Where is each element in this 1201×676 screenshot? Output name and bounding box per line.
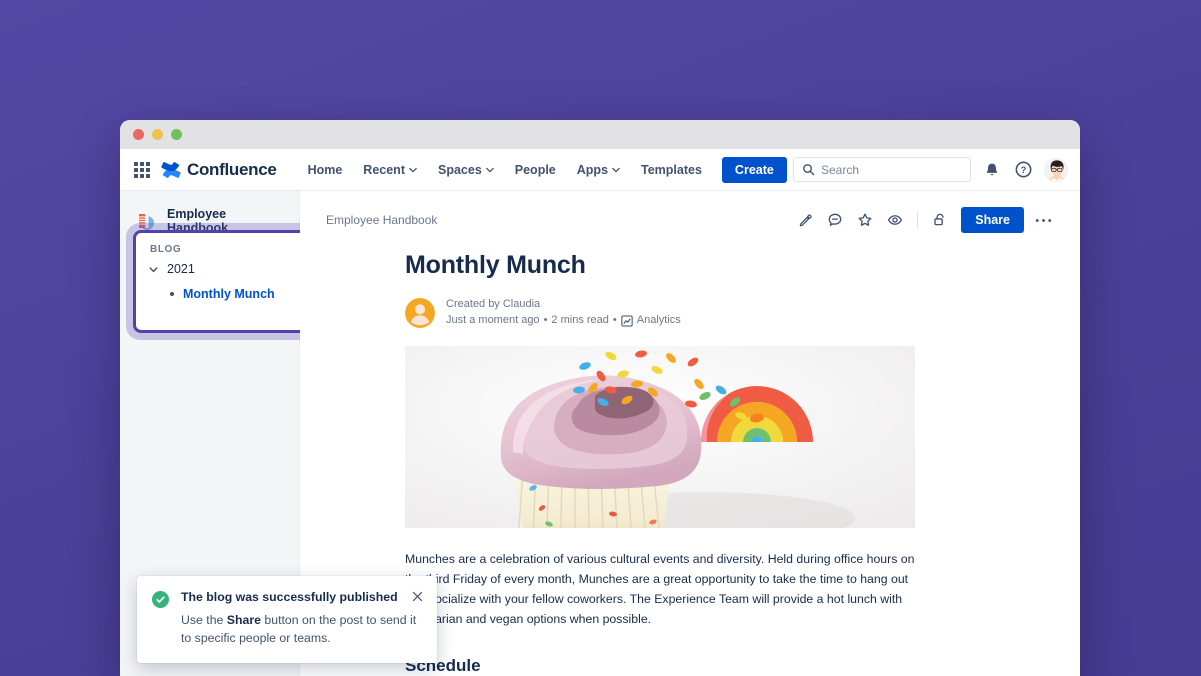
- chevron-down-icon: [485, 167, 494, 173]
- user-avatar[interactable]: [1044, 157, 1068, 182]
- toast-notification: The blog was successfully published Use …: [137, 576, 437, 664]
- comment-icon[interactable]: [822, 207, 848, 233]
- watch-eye-icon[interactable]: [882, 207, 908, 233]
- analytics-link[interactable]: Analytics: [621, 313, 681, 329]
- notifications-bell-icon[interactable]: [982, 160, 1002, 180]
- hero-image: [405, 345, 915, 528]
- confluence-logo-icon: [161, 161, 181, 178]
- chevron-down-icon: [409, 167, 417, 173]
- star-icon[interactable]: [852, 207, 878, 233]
- nav-item-recent[interactable]: Recent: [354, 157, 426, 183]
- action-divider: [917, 211, 919, 229]
- bullet-icon: [170, 292, 174, 296]
- window-minimize-button[interactable]: [152, 129, 163, 140]
- analytics-chart-icon: [621, 315, 633, 327]
- blog-tree-highlight: BLOG 2021 Monthly Munch: [133, 230, 308, 333]
- share-button[interactable]: Share: [961, 207, 1024, 233]
- byline-meta: Just a moment ago • 2 mins read • Analyt…: [446, 313, 681, 329]
- content-header: Employee Handbook Share: [300, 191, 1080, 235]
- nav-item-people[interactable]: People: [506, 157, 565, 183]
- create-button[interactable]: Create: [721, 156, 787, 183]
- page-actions: Share: [792, 207, 1056, 233]
- global-navigation-bar: Confluence Home Recent Spaces People App…: [120, 149, 1080, 191]
- nav-item-home[interactable]: Home: [299, 157, 352, 183]
- tree-item-monthly-munch[interactable]: Monthly Munch: [136, 281, 305, 301]
- success-check-icon: [152, 591, 169, 608]
- page-title: Monthly Munch: [405, 251, 586, 279]
- window-maximize-button[interactable]: [171, 129, 182, 140]
- nav-item-templates[interactable]: Templates: [632, 157, 711, 183]
- edit-pencil-icon[interactable]: [792, 207, 818, 233]
- more-options-icon[interactable]: [1030, 207, 1056, 233]
- tree-item-label: Monthly Munch: [183, 287, 275, 301]
- nav-item-label: Templates: [641, 162, 702, 177]
- svg-text:?: ?: [1020, 165, 1026, 175]
- toast-body: Use the Share button on the post to send…: [181, 611, 422, 647]
- window-titlebar: [120, 120, 1080, 149]
- nav-item-label: Home: [307, 162, 343, 177]
- nav-right-group: Search ?: [793, 157, 1068, 182]
- search-icon: [803, 164, 815, 176]
- toast-content: The blog was successfully published Use …: [181, 590, 422, 647]
- byline-separator: •: [543, 313, 548, 326]
- close-x-icon[interactable]: [412, 589, 423, 607]
- search-placeholder: Search: [821, 162, 860, 177]
- byline: Created by Claudia Just a moment ago • 2…: [405, 297, 915, 329]
- chevron-down-icon: [612, 167, 620, 173]
- nav-item-label: Recent: [363, 162, 405, 177]
- nav-item-label: People: [514, 162, 556, 177]
- space-building-icon: [136, 211, 156, 231]
- byline-read-time: 2 mins read: [551, 313, 609, 326]
- toast-body-before: Use the: [181, 613, 227, 627]
- nav-item-label: Spaces: [437, 162, 482, 177]
- brand-name: Confluence: [187, 159, 277, 179]
- cupcake-with-rainbow-candy-photo: [405, 345, 915, 528]
- tree-item-2021[interactable]: 2021: [136, 255, 305, 281]
- search-input[interactable]: Search: [793, 157, 971, 182]
- author-avatar[interactable]: [405, 297, 435, 328]
- help-question-icon[interactable]: ?: [1013, 160, 1033, 180]
- byline-separator: •: [612, 313, 617, 326]
- analytics-label: Analytics: [636, 313, 681, 326]
- grid-apps-icon[interactable]: [134, 161, 150, 178]
- article-paragraph: Munches are a celebration of various cul…: [405, 551, 915, 626]
- blog-section-label: BLOG: [150, 244, 182, 255]
- chevron-down-icon[interactable]: [148, 264, 159, 275]
- byline-text: Created by Claudia Just a moment ago • 2…: [446, 297, 681, 329]
- confluence-home-link[interactable]: Confluence: [161, 160, 277, 180]
- nav-item-apps[interactable]: Apps: [568, 157, 629, 183]
- toast-title: The blog was successfully published: [181, 590, 398, 604]
- tree-item-label: 2021: [167, 262, 195, 276]
- breadcrumb[interactable]: Employee Handbook: [326, 213, 437, 227]
- nav-links: Home Recent Spaces People Apps Templates…: [299, 156, 787, 183]
- restrictions-lock-icon[interactable]: [927, 207, 953, 233]
- toast-body-bold: Share: [226, 613, 261, 627]
- byline-author: Created by Claudia: [446, 298, 541, 310]
- window-close-button[interactable]: [133, 129, 144, 140]
- byline-timestamp: Just a moment ago: [446, 313, 540, 326]
- nav-item-label: Apps: [576, 162, 609, 177]
- nav-item-spaces[interactable]: Spaces: [429, 157, 503, 183]
- article-subheading: Schedule: [405, 655, 481, 675]
